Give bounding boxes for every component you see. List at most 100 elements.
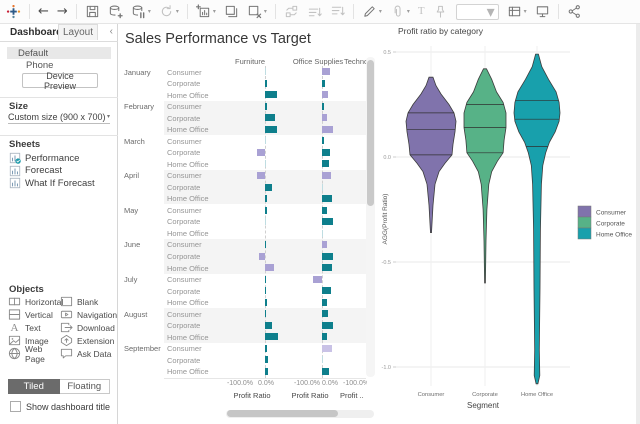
bar-mark[interactable]: [322, 321, 334, 329]
month-label[interactable]: June: [124, 240, 164, 249]
bar-mark[interactable]: [265, 160, 267, 168]
bar-mark[interactable]: [322, 218, 334, 226]
segment-label[interactable]: Home Office: [167, 367, 222, 376]
bar-mark[interactable]: [265, 183, 273, 191]
bar-mark[interactable]: [322, 241, 328, 249]
bar-mark[interactable]: [322, 367, 330, 375]
device-item-phone[interactable]: Phone: [7, 59, 111, 71]
bar-mark[interactable]: [322, 287, 331, 295]
segment-label[interactable]: Consumer: [167, 171, 222, 180]
bar-mark[interactable]: [258, 252, 265, 260]
column-header-furniture[interactable]: Furniture: [220, 57, 280, 66]
bar-mark[interactable]: [322, 195, 332, 203]
segment-label[interactable]: Consumer: [167, 102, 222, 111]
highlight-button[interactable]: ▾: [362, 4, 382, 19]
bar-mark[interactable]: [265, 275, 267, 283]
segment-label[interactable]: Home Office: [167, 194, 222, 203]
bar-mark[interactable]: [322, 356, 324, 364]
bar-mark[interactable]: [313, 275, 322, 283]
bar-mark[interactable]: [322, 91, 328, 99]
save-button[interactable]: [85, 4, 100, 19]
object-vertical[interactable]: Vertical: [8, 308, 60, 321]
bar-mark[interactable]: [265, 310, 267, 318]
object-blank[interactable]: Blank: [60, 295, 114, 308]
segment-label[interactable]: Consumer: [167, 310, 222, 319]
bar-mark[interactable]: [265, 137, 267, 145]
bar-mark[interactable]: [322, 183, 324, 191]
x-category-label[interactable]: Corporate: [472, 392, 498, 398]
sort-descending-button[interactable]: [330, 4, 345, 19]
object-navigation[interactable]: Navigation: [60, 308, 117, 321]
segment-label[interactable]: Home Office: [167, 125, 222, 134]
segment-label[interactable]: Consumer: [167, 137, 222, 146]
bar-mark[interactable]: [265, 241, 267, 249]
bar-mark[interactable]: [322, 264, 332, 272]
bar-mark[interactable]: [322, 137, 324, 145]
bar-mark[interactable]: [265, 125, 278, 133]
bar-mark[interactable]: [322, 125, 333, 133]
column-header-office-supplies[interactable]: Office Supplies: [288, 57, 348, 66]
tab-dashboard[interactable]: Dashboard: [0, 24, 62, 41]
bar-mark[interactable]: [256, 148, 265, 156]
bar-mark[interactable]: [265, 91, 277, 99]
month-label[interactable]: May: [124, 206, 164, 215]
segment-label[interactable]: Home Office: [167, 91, 222, 100]
bar-mark[interactable]: [265, 287, 267, 295]
redo-button[interactable]: →: [57, 5, 68, 18]
bar-mark[interactable]: [265, 79, 267, 87]
share-workbook-button[interactable]: [567, 4, 582, 19]
segment-label[interactable]: Corporate: [167, 148, 222, 157]
tab-layout[interactable]: Layout: [58, 24, 98, 40]
month-label[interactable]: January: [124, 68, 164, 77]
bar-mark[interactable]: [265, 356, 268, 364]
bar-mark[interactable]: [265, 333, 279, 341]
object-download[interactable]: Download: [60, 321, 115, 334]
run-auto-update-button[interactable]: ▾: [159, 4, 179, 19]
bar-mark[interactable]: [322, 206, 328, 214]
month-label[interactable]: August: [124, 310, 164, 319]
month-label[interactable]: February: [124, 102, 164, 111]
bar-mark[interactable]: [322, 102, 325, 110]
month-label[interactable]: July: [124, 275, 164, 284]
month-label[interactable]: September: [124, 344, 164, 353]
new-data-source-button[interactable]: [108, 4, 123, 19]
bar-mark[interactable]: [265, 102, 267, 110]
segment-label[interactable]: Corporate: [167, 183, 222, 192]
object-extension[interactable]: Extension: [60, 334, 114, 347]
legend-swatch[interactable]: [577, 227, 592, 240]
bar-mark[interactable]: [322, 310, 329, 318]
segment-label[interactable]: Consumer: [167, 344, 222, 353]
segment-label[interactable]: Home Office: [167, 333, 222, 342]
group-members-button[interactable]: ▾: [390, 4, 410, 19]
segment-label[interactable]: Consumer: [167, 68, 222, 77]
bar-mark[interactable]: [265, 344, 267, 352]
sheet-item-performance[interactable]: Performance: [9, 152, 114, 164]
segment-label[interactable]: Corporate: [167, 321, 222, 330]
segment-label[interactable]: Corporate: [167, 114, 222, 123]
tiled-button[interactable]: Tiled: [8, 379, 60, 394]
swap-rows-columns-button[interactable]: [284, 4, 299, 19]
bar-mark[interactable]: [265, 218, 267, 226]
device-preview-button[interactable]: Device Preview: [22, 71, 98, 91]
bar-mark[interactable]: [322, 229, 324, 237]
bar-mark[interactable]: [322, 344, 332, 352]
bar-mark[interactable]: [257, 171, 265, 179]
bar-mark[interactable]: [265, 68, 267, 76]
bar-mark[interactable]: [265, 114, 276, 122]
horizontal-scrollbar-thumb[interactable]: [227, 410, 338, 417]
bar-mark[interactable]: [322, 148, 330, 156]
segment-label[interactable]: Corporate: [167, 252, 222, 261]
segment-label[interactable]: Home Office: [167, 298, 222, 307]
object-web-page[interactable]: Web Page: [8, 344, 60, 364]
object-horizontal[interactable]: Horizontal: [8, 295, 63, 308]
segment-label[interactable]: Consumer: [167, 275, 222, 284]
sheet-item-what-if-forecast[interactable]: What If Forecast: [9, 177, 114, 189]
new-worksheet-button[interactable]: ▾: [195, 4, 216, 19]
column-header-technology[interactable]: Technology: [344, 57, 367, 66]
segment-label[interactable]: Home Office: [167, 229, 222, 238]
segment-label[interactable]: Home Office: [167, 264, 222, 273]
fit-select[interactable]: ▾: [455, 3, 499, 21]
segment-label[interactable]: Corporate: [167, 356, 222, 365]
bar-mark[interactable]: [265, 367, 268, 375]
object-text[interactable]: A Text: [8, 321, 60, 334]
